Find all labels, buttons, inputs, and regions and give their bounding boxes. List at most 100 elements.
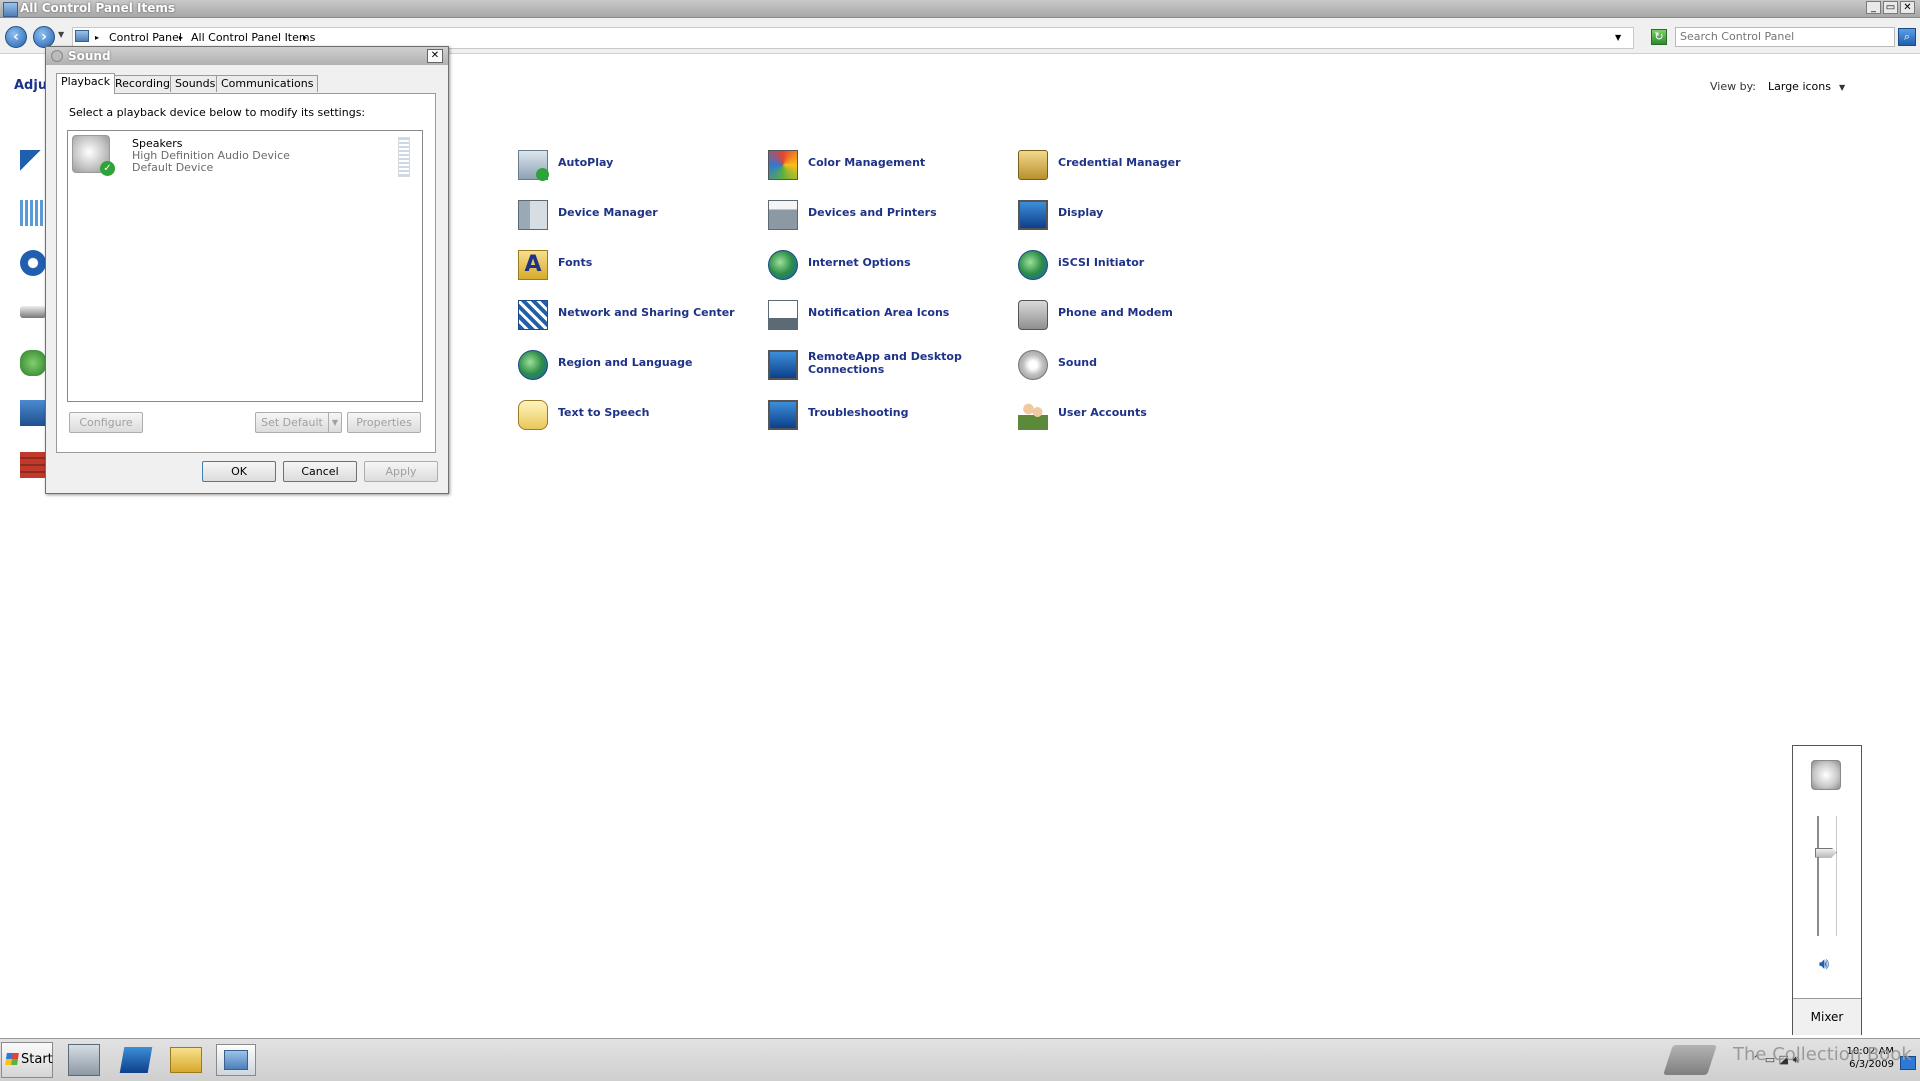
search-box[interactable] <box>1675 27 1895 47</box>
globe-icon <box>768 250 798 280</box>
cp-item-label: Troubleshooting <box>808 406 909 419</box>
fonts-folder-icon: A <box>518 250 548 280</box>
cp-item-label: Text to Speech <box>558 406 650 419</box>
windows-firewall-icon[interactable] <box>20 452 46 478</box>
cp-item-device-manager[interactable]: Device Manager <box>518 198 748 234</box>
mouse-icon[interactable] <box>20 306 46 318</box>
cancel-button[interactable]: Cancel <box>283 461 357 482</box>
properties-button[interactable]: Properties <box>347 412 421 433</box>
device-status: Default Device <box>132 161 214 174</box>
start-label: Start <box>21 1052 53 1067</box>
address-dropdown-icon[interactable]: ▼ <box>1615 33 1621 42</box>
recent-pages-chevron-icon[interactable]: ▼ <box>58 30 64 39</box>
cp-item-devices-printers[interactable]: Devices and Printers <box>768 198 998 234</box>
start-button[interactable]: Start <box>1 1042 53 1078</box>
dialog-close-button[interactable]: ✕ <box>427 49 443 63</box>
maximize-button[interactable]: ▭ <box>1883 1 1898 14</box>
action-center-icon[interactable] <box>20 150 46 176</box>
level-meter <box>398 137 410 177</box>
cp-item-autoplay[interactable]: AutoPlay <box>518 148 748 184</box>
tab-communications[interactable]: Communications <box>216 75 319 92</box>
sound-dialog-icon <box>51 50 63 62</box>
mixer-button[interactable]: Mixer <box>1793 998 1861 1035</box>
back-button[interactable]: ‹ <box>5 26 27 48</box>
cp-item-region-language[interactable]: Region and Language <box>518 348 748 384</box>
remote-desktop-icon <box>768 350 798 380</box>
book-logo-icon <box>1663 1045 1717 1075</box>
programs-icon[interactable] <box>20 400 46 426</box>
ok-button[interactable]: OK <box>202 461 276 482</box>
speaker-icon[interactable] <box>1811 760 1841 790</box>
vault-icon <box>1018 150 1048 180</box>
page-heading: Adju <box>14 78 48 93</box>
search-icon[interactable]: ⌕ <box>1898 28 1916 46</box>
close-button[interactable]: ✕ <box>1900 1 1915 14</box>
set-default-dropdown-icon[interactable]: ▼ <box>328 412 342 433</box>
tab-sounds[interactable]: Sounds <box>170 75 221 92</box>
cp-item-fonts[interactable]: A Fonts <box>518 248 748 284</box>
printer-icon <box>768 200 798 230</box>
powershell-icon[interactable] <box>119 1047 153 1073</box>
device-list[interactable]: ✓ Speakers High Definition Audio Device … <box>67 130 423 402</box>
tab-recording[interactable]: Recording <box>110 75 176 92</box>
phone-icon <box>1018 300 1048 330</box>
explorer-folder-icon[interactable] <box>170 1047 202 1073</box>
cp-item-phone-modem[interactable]: Phone and Modem <box>1018 298 1248 334</box>
network-globe-icon <box>1018 250 1048 280</box>
control-panel-taskbar-icon[interactable] <box>216 1044 256 1076</box>
troubleshooting-icon <box>768 400 798 430</box>
sound-dialog: Sound ✕ Playback Recording Sounds Commun… <box>45 46 449 494</box>
server-manager-icon[interactable] <box>68 1044 100 1076</box>
chevron-right-icon[interactable]: ▸ <box>303 33 307 42</box>
cp-item-label: Sound <box>1058 356 1098 369</box>
window-title-bar[interactable]: All Control Panel Items _ ▭ ✕ <box>0 0 1920 18</box>
control-panel-icon <box>3 2 18 17</box>
search-input[interactable] <box>1680 30 1860 43</box>
cp-item-label: Region and Language <box>558 356 693 369</box>
taskbar: Start ⌃ ▭ ◪ 🔊︎ 10:02 AM 6/3/2009 <box>0 1038 1920 1081</box>
tab-playback[interactable]: Playback <box>56 73 116 94</box>
cp-item-sound[interactable]: Sound <box>1018 348 1248 384</box>
apply-button[interactable]: Apply <box>364 461 438 482</box>
chevron-right-icon[interactable]: ▸ <box>179 33 183 42</box>
view-by-value[interactable]: Large icons <box>1768 80 1831 93</box>
cp-item-remoteapp[interactable]: RemoteApp and Desktop Connections <box>768 348 998 384</box>
cp-item-internet-options[interactable]: Internet Options <box>768 248 998 284</box>
breadcrumb-all-items[interactable]: All Control Panel Items <box>191 31 315 44</box>
cp-item-credential-manager[interactable]: Credential Manager <box>1018 148 1248 184</box>
refresh-button[interactable]: ↻ <box>1651 29 1667 45</box>
dialog-title: Sound <box>68 49 111 63</box>
configure-button[interactable]: Configure <box>69 412 143 433</box>
chevron-right-icon[interactable]: ▸ <box>95 33 99 42</box>
list-item[interactable]: ✓ Speakers High Definition Audio Device … <box>68 131 422 181</box>
view-by[interactable]: View by: Large icons ▼ <box>1710 80 1845 93</box>
cp-item-text-to-speech[interactable]: Text to Speech <box>518 398 748 434</box>
device-manager-icon <box>518 200 548 230</box>
cp-item-label: Fonts <box>558 256 593 269</box>
cp-item-display[interactable]: Display <box>1018 198 1248 234</box>
cp-item-color-management[interactable]: Color Management <box>768 148 998 184</box>
chevron-down-icon[interactable]: ▼ <box>1839 83 1845 92</box>
minimize-button[interactable]: _ <box>1866 1 1881 14</box>
ease-of-access-icon[interactable] <box>20 250 46 276</box>
cp-item-iscsi-initiator[interactable]: iSCSI Initiator <box>1018 248 1248 284</box>
set-default-button[interactable]: Set Default <box>255 412 329 433</box>
playback-panel: Select a playback device below to modify… <box>56 93 436 453</box>
forward-button[interactable]: › <box>33 26 55 48</box>
mute-icon[interactable]: 🔊︎ <box>1819 954 1829 974</box>
dialog-title-bar[interactable]: Sound ✕ <box>46 47 448 65</box>
color-management-icon <box>768 150 798 180</box>
volume-slider[interactable] <box>1817 816 1837 936</box>
keyboard-icon[interactable] <box>20 200 46 226</box>
cp-item-user-accounts[interactable]: User Accounts <box>1018 398 1248 434</box>
cp-item-label: Device Manager <box>558 206 658 219</box>
cp-item-troubleshooting[interactable]: Troubleshooting <box>768 398 998 434</box>
cp-item-network-sharing[interactable]: Network and Sharing Center <box>518 298 748 334</box>
default-check-icon: ✓ <box>100 161 115 176</box>
cp-item-label: Credential Manager <box>1058 156 1181 169</box>
notification-area-icon <box>768 300 798 330</box>
breadcrumb-control-panel[interactable]: Control Panel <box>109 31 182 44</box>
cp-item-label: iSCSI Initiator <box>1058 256 1145 269</box>
cp-item-notification-icons[interactable]: Notification Area Icons <box>768 298 998 334</box>
power-options-icon[interactable] <box>20 350 46 376</box>
